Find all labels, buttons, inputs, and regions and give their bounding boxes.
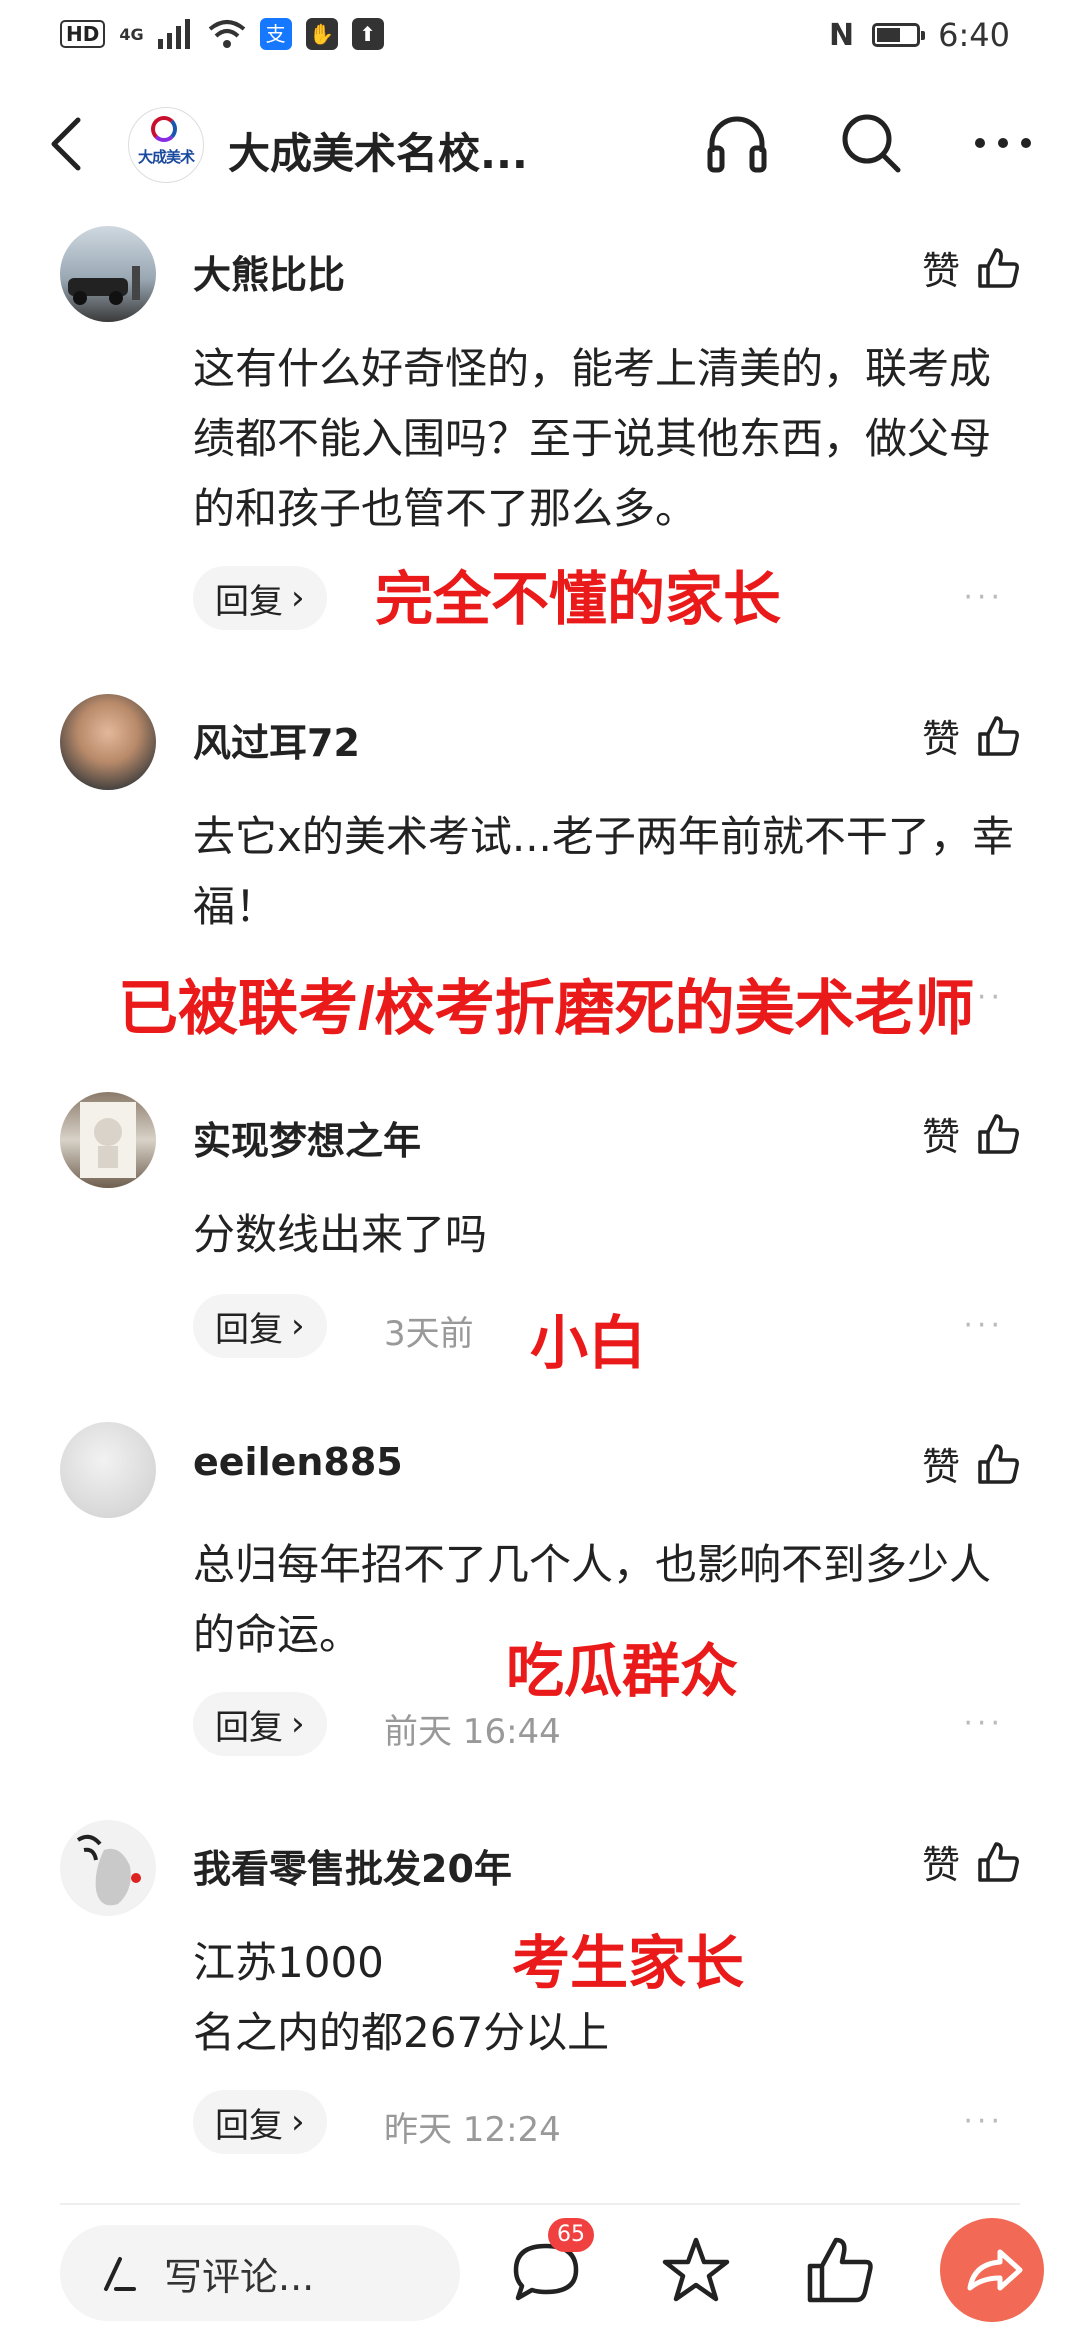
annotation-label: 完全不懂的家长 (375, 567, 782, 632)
more-options-icon[interactable]: ··· (963, 1308, 1004, 1343)
thumbs-up-icon (978, 247, 1019, 288)
ink-drawing-avatar (76, 1834, 141, 1906)
thumbs-up-icon (978, 1841, 1019, 1882)
like-button[interactable]: 赞 (922, 708, 1020, 763)
comment-username[interactable]: 我看零售批发20年 (193, 1838, 512, 1893)
alipay-icon: 支 (259, 18, 292, 50)
annotation-label: 已被联考/校考折磨死的美术老师 (118, 975, 975, 1042)
annotation-label: 吃瓜群众 (506, 1639, 739, 1704)
thumbs-up-icon (978, 1113, 1019, 1154)
status-bar: HD 4G 支 ✋ ⬆ N 6:40 (0, 0, 1080, 72)
like-button[interactable]: 赞 (922, 1436, 1020, 1491)
comment-count-badge: 65 (548, 2218, 594, 2252)
more-options-icon[interactable]: ··· (963, 1706, 1004, 1741)
comment-time: 3天前 (384, 1314, 474, 1354)
reply-button[interactable]: 回复 › (193, 2090, 327, 2154)
reply-button[interactable]: 回复 › (193, 1294, 327, 1358)
hd-indicator: HD (60, 20, 106, 48)
annotation-label: 考生家长 (512, 1931, 745, 1996)
comment-username[interactable]: eeilen885 (193, 1440, 403, 1484)
page-title[interactable]: 大成美术名校... (228, 120, 528, 181)
more-options-icon[interactable]: ··· (963, 2104, 1004, 2139)
comment-time: 前天 16:44 (384, 1712, 561, 1752)
comment-username[interactable]: 实现梦想之年 (193, 1110, 421, 1165)
share-button[interactable] (940, 2218, 1044, 2322)
app-header: 大成美术 大成美术名校... (0, 80, 1080, 200)
like-button[interactable]: 赞 (922, 240, 1020, 295)
thumbs-up-icon (978, 1443, 1019, 1484)
plaster-bust-photo (80, 1102, 136, 1178)
chevron-right-icon: › (291, 2102, 305, 2142)
bottom-divider (60, 2203, 1020, 2205)
comment-username[interactable]: 大熊比比 (193, 244, 345, 299)
avatar[interactable] (60, 1422, 156, 1518)
reply-button[interactable]: 回复 › (193, 566, 327, 630)
thumbs-up-icon[interactable] (800, 2230, 880, 2310)
write-comment-input[interactable]: 写评论... (60, 2225, 460, 2321)
channel-logo[interactable]: 大成美术 (128, 107, 204, 183)
chevron-right-icon: › (291, 1306, 305, 1346)
hand-icon: ✋ (305, 18, 338, 50)
star-icon[interactable] (656, 2230, 736, 2310)
comment-username[interactable]: 风过耳72 (193, 712, 360, 767)
logo-mark (151, 116, 177, 142)
chevron-right-icon: › (291, 1704, 305, 1744)
annotation-label: 小白 (530, 1311, 647, 1376)
avatar[interactable] (60, 226, 156, 322)
battery-icon (872, 23, 926, 47)
comment-text: 分数线出来了吗 (193, 1210, 488, 1259)
share-arrow-icon (967, 2249, 1023, 2291)
pen-icon (104, 2257, 136, 2291)
reply-button[interactable]: 回复 › (193, 1692, 327, 1756)
avatar[interactable] (60, 1092, 156, 1188)
search-icon[interactable] (838, 110, 904, 176)
headphones-icon[interactable] (704, 110, 770, 176)
clock: 6:40 (938, 16, 1010, 54)
nfc-icon: N (829, 17, 855, 53)
avatar[interactable] (60, 694, 156, 790)
like-button[interactable]: 赞 (922, 1106, 1020, 1161)
comment-text: 去它x的美术考试...老子两年前就不干了，幸福！ (193, 812, 1014, 931)
chevron-right-icon: › (291, 578, 305, 618)
network-type: 4G (119, 24, 144, 44)
back-icon[interactable] (44, 116, 88, 172)
avatar[interactable] (60, 1820, 156, 1916)
upload-icon: ⬆ (351, 18, 384, 50)
comment-text: 这有什么好奇怪的，能考上清美的，联考成绩都不能入围吗？至于说其他东西，做父母的和… (193, 344, 992, 533)
car-photo (68, 266, 140, 305)
like-button[interactable]: 赞 (922, 1834, 1020, 1889)
thumbs-up-icon (978, 715, 1019, 756)
more-icon[interactable] (970, 110, 1036, 176)
wifi-icon (208, 20, 245, 48)
signal-icon (157, 19, 190, 49)
more-options-icon[interactable]: ··· (963, 580, 1004, 615)
comment-time: 昨天 12:24 (384, 2110, 561, 2150)
